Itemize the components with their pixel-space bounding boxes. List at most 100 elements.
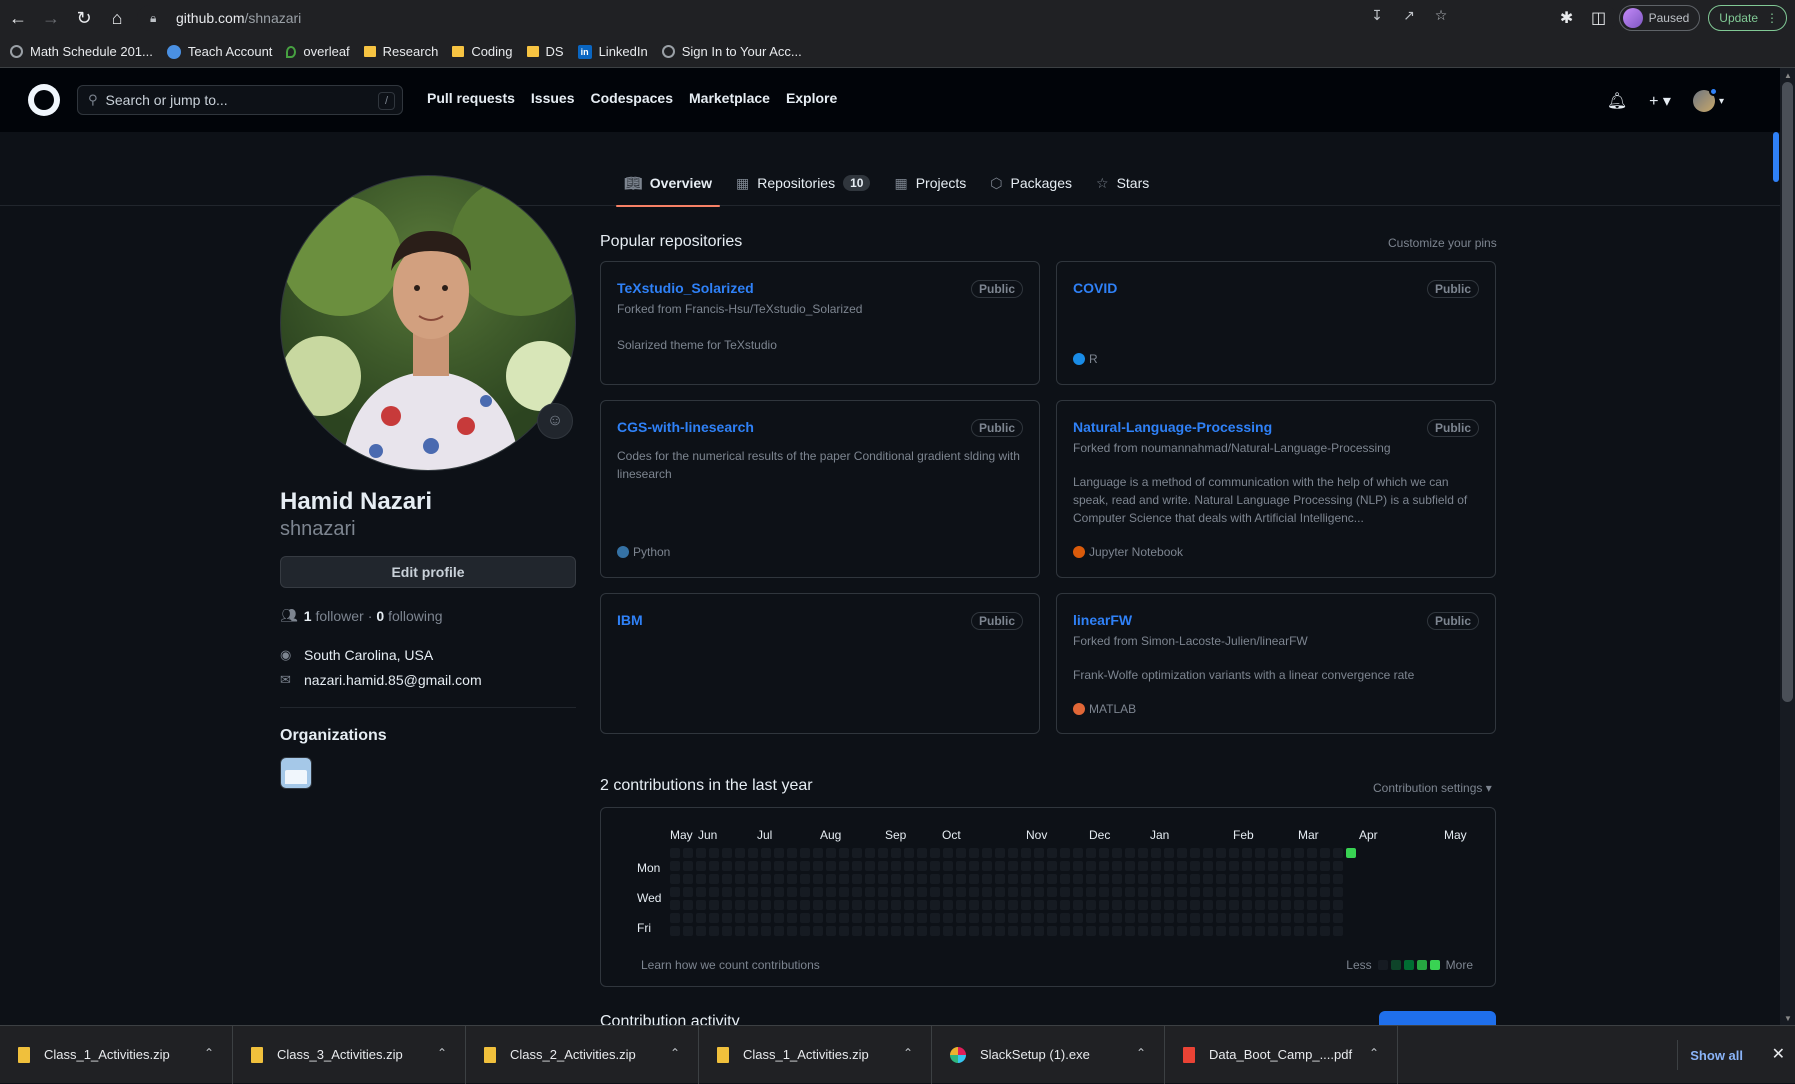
contribution-day-cell[interactable] xyxy=(1294,913,1304,923)
contribution-day-cell[interactable] xyxy=(670,900,680,910)
contribution-day-cell[interactable] xyxy=(1060,913,1070,923)
repo-link[interactable]: IBM xyxy=(617,612,643,628)
contribution-day-cell[interactable] xyxy=(904,913,914,923)
side-panel-icon[interactable]: ◫ xyxy=(1587,6,1611,30)
contribution-day-cell[interactable] xyxy=(735,874,745,884)
chevron-up-icon[interactable]: ⌃ xyxy=(670,1046,680,1060)
contribution-day-cell[interactable] xyxy=(1190,887,1200,897)
contribution-day-cell[interactable] xyxy=(735,926,745,936)
contribution-day-cell[interactable] xyxy=(709,861,719,871)
contribution-day-cell[interactable] xyxy=(670,913,680,923)
scroll-down-icon[interactable]: ▼ xyxy=(1784,1014,1792,1023)
contribution-day-cell[interactable] xyxy=(1073,874,1083,884)
contribution-day-cell[interactable] xyxy=(774,861,784,871)
contribution-day-cell[interactable] xyxy=(943,848,953,858)
contribution-day-cell[interactable] xyxy=(1060,900,1070,910)
contribution-day-cell[interactable] xyxy=(1073,848,1083,858)
contribution-day-cell[interactable] xyxy=(1333,887,1343,897)
tab-stars[interactable]: ☆ Stars xyxy=(1088,160,1157,206)
bookmark-research[interactable]: Research xyxy=(363,44,438,59)
contribution-day-cell[interactable] xyxy=(1060,861,1070,871)
contribution-day-cell[interactable] xyxy=(943,874,953,884)
contribution-settings-dropdown[interactable]: Contribution settings ▾ xyxy=(1373,781,1492,795)
download-item[interactable]: Data_Boot_Camp_....pdf ⌃ xyxy=(1165,1025,1398,1084)
extensions-icon[interactable]: ✱ xyxy=(1555,6,1579,30)
contribution-day-cell[interactable] xyxy=(917,874,927,884)
contribution-day-cell[interactable] xyxy=(839,900,849,910)
contribution-day-cell[interactable] xyxy=(1307,848,1317,858)
contribution-day-cell[interactable] xyxy=(800,874,810,884)
contribution-day-cell[interactable] xyxy=(1138,887,1148,897)
email-link[interactable]: nazari.hamid.85@gmail.com xyxy=(304,672,482,688)
contribution-day-cell[interactable] xyxy=(1294,926,1304,936)
home-icon[interactable]: ⌂ xyxy=(102,3,132,33)
contribution-day-cell[interactable] xyxy=(1034,861,1044,871)
contribution-day-cell[interactable] xyxy=(761,848,771,858)
contribution-day-cell[interactable] xyxy=(865,848,875,858)
contribution-day-cell[interactable] xyxy=(904,874,914,884)
tab-overview[interactable]: 📖︎ Overview xyxy=(616,160,721,207)
contribution-day-cell[interactable] xyxy=(787,887,797,897)
contribution-day-cell[interactable] xyxy=(865,861,875,871)
contribution-day-cell[interactable] xyxy=(1164,861,1174,871)
contribution-day-cell[interactable] xyxy=(1164,900,1174,910)
contribution-day-cell[interactable] xyxy=(1047,874,1057,884)
contribution-day-cell[interactable] xyxy=(1216,926,1226,936)
contribution-day-cell[interactable] xyxy=(878,874,888,884)
contribution-day-cell[interactable] xyxy=(1008,861,1018,871)
contribution-day-cell[interactable] xyxy=(683,874,693,884)
search-input[interactable]: ⚲ Search or jump to... / xyxy=(77,85,403,115)
contribution-day-cell[interactable] xyxy=(1255,913,1265,923)
contribution-day-cell[interactable] xyxy=(1242,848,1252,858)
contribution-day-cell[interactable] xyxy=(1086,848,1096,858)
contribution-day-cell[interactable] xyxy=(839,887,849,897)
contribution-day-cell[interactable] xyxy=(852,900,862,910)
contribution-day-cell[interactable] xyxy=(1190,848,1200,858)
followers-link[interactable]: 1 follower xyxy=(304,608,364,624)
contribution-day-cell[interactable] xyxy=(1190,874,1200,884)
contribution-day-cell[interactable] xyxy=(1320,861,1330,871)
contribution-day-cell[interactable] xyxy=(826,913,836,923)
repo-link[interactable]: TeXstudio_Solarized xyxy=(617,280,754,296)
contribution-day-cell[interactable] xyxy=(1138,848,1148,858)
contribution-day-cell[interactable] xyxy=(1177,874,1187,884)
contribution-day-cell[interactable] xyxy=(982,926,992,936)
contribution-day-cell[interactable] xyxy=(904,900,914,910)
contribution-day-cell[interactable] xyxy=(1112,900,1122,910)
contribution-day-cell[interactable] xyxy=(1333,926,1343,936)
contribution-day-cell[interactable] xyxy=(1073,861,1083,871)
contribution-day-cell[interactable] xyxy=(1138,926,1148,936)
contribution-day-cell[interactable] xyxy=(982,874,992,884)
contribution-day-cell[interactable] xyxy=(1060,848,1070,858)
contribution-day-cell[interactable] xyxy=(1112,874,1122,884)
contribution-day-cell[interactable] xyxy=(1203,913,1213,923)
contribution-day-cell[interactable] xyxy=(969,900,979,910)
page-scrollbar[interactable]: ▲ ▼ xyxy=(1780,68,1795,1026)
contribution-day-cell[interactable] xyxy=(1008,926,1018,936)
contribution-day-cell[interactable] xyxy=(1242,926,1252,936)
contribution-day-cell[interactable] xyxy=(709,926,719,936)
contribution-day-cell[interactable] xyxy=(1216,913,1226,923)
contribution-day-cell[interactable] xyxy=(1177,887,1187,897)
contribution-day-cell[interactable] xyxy=(891,913,901,923)
contribution-day-cell[interactable] xyxy=(1203,926,1213,936)
repo-link[interactable]: CGS-with-linesearch xyxy=(617,419,754,435)
contribution-day-cell[interactable] xyxy=(1203,874,1213,884)
contribution-day-cell[interactable] xyxy=(1177,848,1187,858)
contribution-day-cell[interactable] xyxy=(722,887,732,897)
contribution-day-cell[interactable] xyxy=(1086,900,1096,910)
contribution-day-cell[interactable] xyxy=(722,861,732,871)
contribution-day-cell[interactable] xyxy=(1008,874,1018,884)
contribution-day-cell[interactable] xyxy=(761,887,771,897)
contribution-day-cell[interactable] xyxy=(1255,926,1265,936)
contribution-day-cell[interactable] xyxy=(787,913,797,923)
contribution-day-cell[interactable] xyxy=(891,848,901,858)
contribution-day-cell[interactable] xyxy=(735,887,745,897)
contribution-day-cell[interactable] xyxy=(1112,913,1122,923)
download-item[interactable]: Class_1_Activities.zip ⌃ xyxy=(0,1025,233,1084)
contribution-day-cell[interactable] xyxy=(722,913,732,923)
contribution-day-cell[interactable] xyxy=(683,900,693,910)
contribution-day-cell[interactable] xyxy=(1125,887,1135,897)
organization-avatar[interactable] xyxy=(280,757,312,789)
contribution-day-cell[interactable] xyxy=(917,913,927,923)
